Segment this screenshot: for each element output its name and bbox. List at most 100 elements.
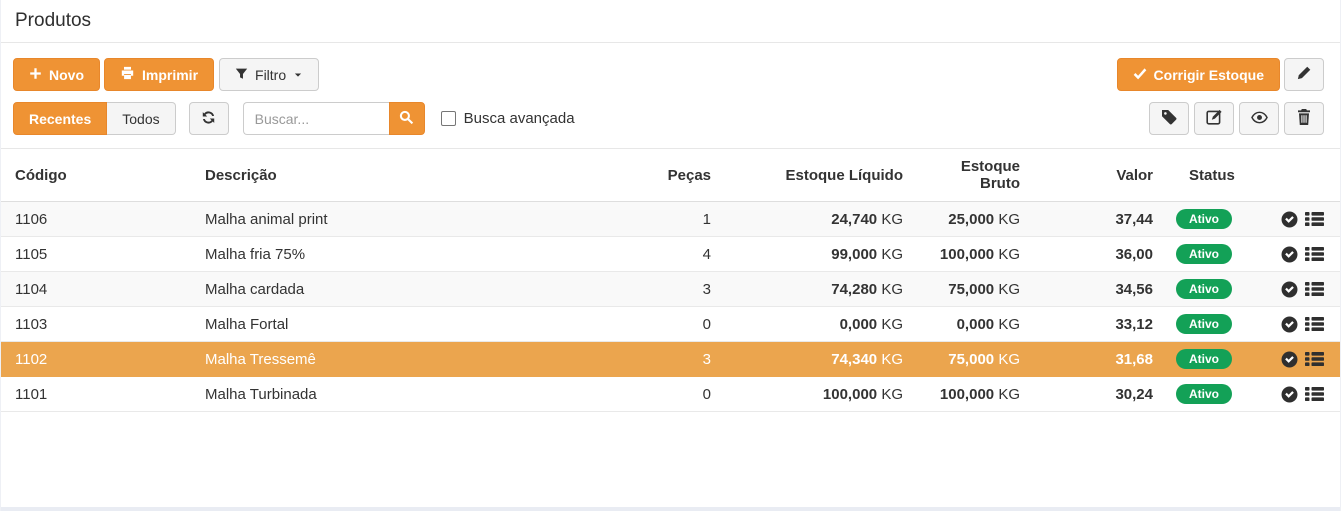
cell-pecas[interactable]: 3	[639, 342, 724, 377]
chevron-down-icon	[293, 67, 303, 83]
corrigir-estoque-button[interactable]: Corrigir Estoque	[1117, 58, 1280, 91]
cell-valor[interactable]: 36,00	[1033, 237, 1166, 272]
cell-estoque-liquido[interactable]: 0,000 KG	[724, 307, 916, 342]
recentes-tab-label: Recentes	[29, 111, 91, 127]
list-icon[interactable]	[1305, 281, 1324, 297]
cell-estoque-bruto[interactable]: 100,000 KG	[916, 377, 1033, 412]
status-badge: Ativo	[1176, 349, 1232, 369]
cell-estoque-bruto[interactable]: 100,000 KG	[916, 237, 1033, 272]
busca-avancada-label[interactable]: Busca avançada	[464, 110, 575, 127]
list-icon[interactable]	[1305, 386, 1324, 402]
tag-button[interactable]	[1149, 102, 1189, 135]
table-row[interactable]: 1106 Malha animal print 1 24,740 KG 25,0…	[1, 202, 1340, 237]
cell-pecas[interactable]: 0	[639, 307, 724, 342]
cell-status: Ativo	[1166, 237, 1261, 272]
cell-codigo[interactable]: 1101	[1, 377, 191, 412]
cell-descricao[interactable]: Malha Tressemê	[191, 342, 639, 377]
cell-estoque-liquido[interactable]: 74,280 KG	[724, 272, 916, 307]
busca-avancada-checkbox[interactable]	[441, 111, 456, 126]
check-circle-icon[interactable]	[1281, 386, 1298, 403]
column-header-descricao: Descrição	[191, 149, 639, 202]
busca-avancada-wrap: Busca avançada	[441, 110, 575, 127]
toolbar-row-primary: Novo Imprimir Filtro	[13, 58, 1324, 91]
search-button[interactable]	[389, 102, 425, 135]
imprimir-button[interactable]: Imprimir	[104, 58, 214, 91]
todos-tab[interactable]: Todos	[107, 102, 175, 135]
cell-actions	[1261, 237, 1340, 272]
cell-valor[interactable]: 37,44	[1033, 202, 1166, 237]
table-header: Código Descrição Peças Estoque Líquido E…	[1, 149, 1340, 202]
table-row[interactable]: 1104 Malha cardada 3 74,280 KG 75,000 KG…	[1, 272, 1340, 307]
table-row[interactable]: 1101 Malha Turbinada 0 100,000 KG 100,00…	[1, 377, 1340, 412]
cell-pecas[interactable]: 1	[639, 202, 724, 237]
refresh-button[interactable]	[189, 102, 229, 135]
cell-valor[interactable]: 31,68	[1033, 342, 1166, 377]
cell-pecas[interactable]: 4	[639, 237, 724, 272]
plus-icon	[29, 67, 42, 83]
corrigir-estoque-button-label: Corrigir Estoque	[1154, 67, 1264, 83]
cell-actions	[1261, 342, 1340, 377]
funnel-icon	[235, 67, 248, 83]
filtro-button-label: Filtro	[255, 67, 286, 83]
toolbar-left-primary: Novo Imprimir Filtro	[13, 58, 319, 91]
cell-status: Ativo	[1166, 202, 1261, 237]
check-circle-icon[interactable]	[1281, 246, 1298, 263]
cell-estoque-bruto[interactable]: 75,000 KG	[916, 342, 1033, 377]
cell-valor[interactable]: 33,12	[1033, 307, 1166, 342]
view-button[interactable]	[1239, 102, 1279, 135]
trash-icon	[1297, 109, 1311, 128]
page-title: Produtos	[15, 10, 91, 32]
cell-status: Ativo	[1166, 377, 1261, 412]
check-circle-icon[interactable]	[1281, 351, 1298, 368]
cell-codigo[interactable]: 1102	[1, 342, 191, 377]
recentes-tab[interactable]: Recentes	[13, 102, 107, 135]
toolbar-left-secondary: Recentes Todos	[13, 102, 575, 135]
check-circle-icon[interactable]	[1281, 316, 1298, 333]
cell-descricao[interactable]: Malha Fortal	[191, 307, 639, 342]
cell-valor[interactable]: 30,24	[1033, 377, 1166, 412]
cell-estoque-bruto[interactable]: 25,000 KG	[916, 202, 1033, 237]
search-input[interactable]	[243, 102, 389, 135]
cell-codigo[interactable]: 1103	[1, 307, 191, 342]
cell-codigo[interactable]: 1104	[1, 272, 191, 307]
cell-pecas[interactable]: 0	[639, 377, 724, 412]
refresh-icon	[201, 110, 216, 128]
cell-codigo[interactable]: 1106	[1, 202, 191, 237]
delete-button[interactable]	[1284, 102, 1324, 135]
cell-status: Ativo	[1166, 272, 1261, 307]
status-badge: Ativo	[1176, 209, 1232, 229]
cell-descricao[interactable]: Malha Turbinada	[191, 377, 639, 412]
status-badge: Ativo	[1176, 279, 1232, 299]
check-circle-icon[interactable]	[1281, 211, 1298, 228]
cell-estoque-liquido[interactable]: 100,000 KG	[724, 377, 916, 412]
cell-estoque-bruto[interactable]: 0,000 KG	[916, 307, 1033, 342]
table-row[interactable]: 1102 Malha Tressemê 3 74,340 KG 75,000 K…	[1, 342, 1340, 377]
status-badge: Ativo	[1176, 314, 1232, 334]
list-icon[interactable]	[1305, 211, 1324, 227]
eye-icon	[1251, 111, 1268, 127]
pen-square-icon	[1206, 109, 1222, 128]
tag-icon	[1161, 109, 1177, 128]
edit-primary-button[interactable]	[1284, 58, 1324, 91]
list-icon[interactable]	[1305, 246, 1324, 262]
cell-descricao[interactable]: Malha cardada	[191, 272, 639, 307]
list-icon[interactable]	[1305, 316, 1324, 332]
novo-button[interactable]: Novo	[13, 58, 100, 91]
cell-codigo[interactable]: 1105	[1, 237, 191, 272]
check-circle-icon[interactable]	[1281, 281, 1298, 298]
cell-estoque-liquido[interactable]: 24,740 KG	[724, 202, 916, 237]
check-icon	[1133, 67, 1147, 83]
list-icon[interactable]	[1305, 351, 1324, 367]
table-row[interactable]: 1105 Malha fria 75% 4 99,000 KG 100,000 …	[1, 237, 1340, 272]
table-row[interactable]: 1103 Malha Fortal 0 0,000 KG 0,000 KG 33…	[1, 307, 1340, 342]
filtro-button[interactable]: Filtro	[219, 58, 319, 91]
cell-valor[interactable]: 34,56	[1033, 272, 1166, 307]
cell-estoque-liquido[interactable]: 99,000 KG	[724, 237, 916, 272]
cell-estoque-bruto[interactable]: 75,000 KG	[916, 272, 1033, 307]
cell-pecas[interactable]: 3	[639, 272, 724, 307]
cell-estoque-liquido[interactable]: 74,340 KG	[724, 342, 916, 377]
cell-descricao[interactable]: Malha fria 75%	[191, 237, 639, 272]
cell-descricao[interactable]: Malha animal print	[191, 202, 639, 237]
edit-button[interactable]	[1194, 102, 1234, 135]
cell-actions	[1261, 307, 1340, 342]
